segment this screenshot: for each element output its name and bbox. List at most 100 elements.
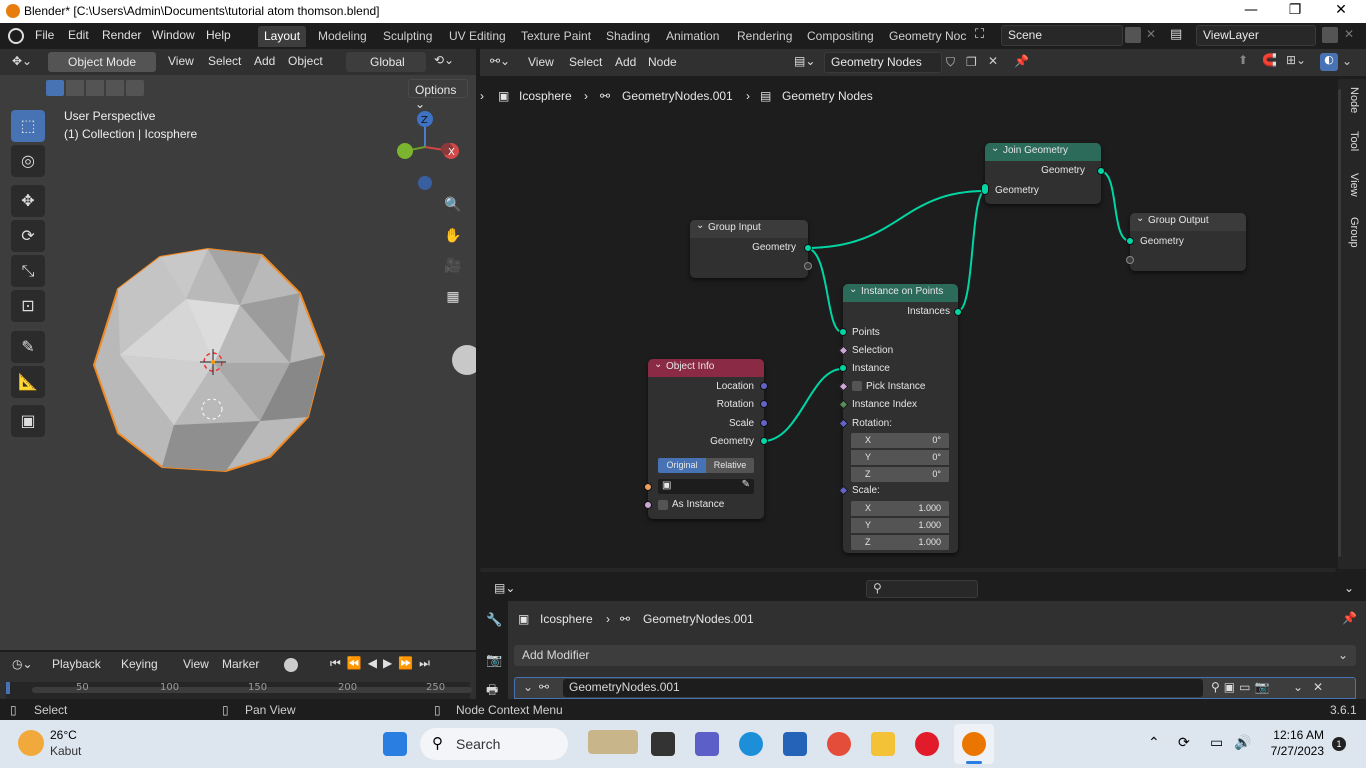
sidebar-tab-node[interactable]: Node	[1342, 87, 1360, 113]
scale-x-field[interactable]: X 1.000	[851, 501, 949, 516]
mode-select[interactable]: Object Mode	[48, 52, 156, 72]
modifier-name-field[interactable]: GeometryNodes.001	[563, 679, 1203, 697]
menu-render[interactable]: Render	[102, 28, 141, 42]
grid-view-icon[interactable]: ▦	[441, 285, 465, 309]
tab-rendering[interactable]: Rendering	[731, 26, 798, 47]
viewport-menu-view[interactable]: View	[168, 54, 194, 68]
vertical-scrollbar[interactable]	[1338, 89, 1341, 557]
remove-view-layer-icon[interactable]: ✕	[1344, 27, 1354, 41]
original-toggle[interactable]: Original	[658, 458, 706, 473]
add-modifier-button[interactable]: Add Modifier ⌄	[514, 645, 1356, 666]
pan-hand-icon[interactable]: ✋	[441, 224, 465, 248]
tab-modeling[interactable]: Modeling	[312, 26, 373, 47]
output-socket[interactable]	[1097, 167, 1105, 175]
options-dropdown[interactable]: Options ⌄	[408, 79, 468, 111]
node-object-info[interactable]: Object Info Location Rotation Scale Geom…	[644, 359, 768, 519]
tab-shading[interactable]: Shading	[600, 26, 656, 47]
pin-icon[interactable]: 📌	[1342, 611, 1357, 625]
timeline-track[interactable]: 50 100 150 200 250	[6, 682, 472, 699]
tab-texture-paint[interactable]: Texture Paint	[515, 26, 597, 47]
properties-options-icon[interactable]: ⌄	[1344, 581, 1354, 595]
blender-taskbar-item[interactable]	[954, 724, 994, 764]
viewport-menu-select[interactable]: Select	[208, 54, 241, 68]
volume-icon[interactable]: 🔊	[1234, 734, 1251, 751]
select-invert-icon[interactable]	[106, 80, 124, 96]
empty-socket[interactable]	[804, 262, 812, 270]
new-view-layer-icon[interactable]	[1322, 27, 1338, 43]
menu-file[interactable]: File	[35, 28, 54, 42]
edge-icon[interactable]	[739, 732, 763, 756]
navigation-gizmo[interactable]: Z X	[385, 109, 465, 199]
output-socket[interactable]	[804, 244, 812, 252]
tool-tab-icon[interactable]: 🔧	[486, 613, 502, 628]
input-socket-instance[interactable]	[839, 364, 847, 372]
pivot-icon[interactable]: ⟲⌄	[434, 53, 454, 67]
file-explorer-icon[interactable]	[871, 732, 895, 756]
modifier-dropdown-icon[interactable]: ⌄	[1293, 680, 1303, 694]
minimize-button[interactable]: —	[1228, 2, 1274, 22]
node-join-geometry[interactable]: Join Geometry Geometry Geometry	[981, 143, 1105, 204]
editor-type-icon[interactable]: ✥⌄	[12, 54, 32, 68]
tab-geometry-nodes[interactable]: Geometry Noc	[883, 26, 972, 47]
rotate-tool[interactable]: ⟳	[11, 220, 45, 252]
tab-uv-editing[interactable]: UV Editing	[443, 26, 512, 47]
tab-compositing[interactable]: Compositing	[801, 26, 880, 47]
playback-controls-icon[interactable]: ⏮⏪◀▶⏩⏭	[330, 656, 436, 671]
new-scene-icon[interactable]	[1125, 27, 1141, 43]
opera-icon[interactable]	[915, 732, 939, 756]
modifier-remove-icon[interactable]: ✕	[1313, 680, 1323, 694]
camera-icon[interactable]: 🎥	[441, 254, 465, 278]
sidebar-tab-view[interactable]: View	[1342, 173, 1360, 197]
scene-icon[interactable]: ⛶	[975, 27, 984, 42]
timeline-menu-marker[interactable]: Marker	[222, 657, 259, 671]
collapse-icon[interactable]: ⌄	[523, 680, 533, 694]
menu-edit[interactable]: Edit	[68, 28, 89, 42]
node-group-input[interactable]: Group Input Geometry	[690, 220, 812, 278]
measure-tool[interactable]: 📐	[11, 366, 45, 398]
notification-badge[interactable]: 1	[1332, 737, 1346, 751]
record-icon[interactable]	[284, 658, 298, 672]
tab-sculpting[interactable]: Sculpting	[377, 26, 438, 47]
timeline-menu-playback[interactable]: Playback	[52, 657, 101, 671]
clock-time[interactable]: 12:16 AM	[1268, 728, 1324, 742]
playhead[interactable]	[6, 682, 10, 694]
output-socket-rotation[interactable]	[760, 400, 768, 408]
scale-y-field[interactable]: Y 1.000	[851, 518, 949, 533]
node-instance-on-points[interactable]: Instance on Points Instances Points Sele…	[838, 284, 962, 553]
menu-window[interactable]: Window	[152, 28, 195, 42]
close-button[interactable]: ✕	[1318, 2, 1364, 22]
cursor-tool[interactable]: ◎	[11, 145, 45, 177]
input-socket[interactable]	[1126, 237, 1134, 245]
horizontal-scrollbar[interactable]	[480, 568, 1336, 572]
view-layer-field[interactable]: ViewLayer	[1196, 25, 1316, 46]
network-icon[interactable]: ▭	[1210, 734, 1223, 751]
move-tool[interactable]: ✥	[11, 185, 45, 217]
properties-editor-type-icon[interactable]: ▤⌄	[494, 581, 515, 595]
weather-icon[interactable]	[18, 730, 44, 756]
add-cube-tool[interactable]: ▣	[11, 405, 45, 437]
sync-icon[interactable]: ⟳	[1178, 734, 1190, 751]
input-socket-points[interactable]	[839, 328, 847, 336]
menu-help[interactable]: Help	[206, 28, 231, 42]
modifier-panel-header[interactable]: ⌄ ⚯ GeometryNodes.001 ⚲▣▭📷 ⌄ ✕	[514, 677, 1356, 699]
output-socket[interactable]	[954, 308, 962, 316]
store-icon[interactable]	[783, 732, 807, 756]
input-socket-as-instance[interactable]	[644, 501, 652, 509]
output-socket-location[interactable]	[760, 382, 768, 390]
annotate-tool[interactable]: ✎	[11, 331, 45, 363]
output-tab-icon[interactable]: 🖶	[486, 681, 498, 699]
select-new-icon[interactable]	[46, 80, 64, 96]
clock-date[interactable]: 7/27/2023	[1262, 744, 1324, 758]
scale-tool[interactable]: ⤡	[11, 255, 45, 287]
maximize-button[interactable]: ❐	[1272, 2, 1318, 22]
windows-start-icon[interactable]	[383, 732, 407, 756]
zoom-icon[interactable]: 🔍	[441, 193, 465, 217]
pick-instance-checkbox[interactable]	[852, 381, 862, 391]
empty-socket[interactable]	[1126, 256, 1134, 264]
output-socket-geometry[interactable]	[760, 437, 768, 445]
eyedropper-icon[interactable]: ✎	[742, 479, 750, 490]
output-socket-scale[interactable]	[760, 419, 768, 427]
input-socket-object[interactable]	[644, 483, 652, 491]
object-picker-field[interactable]: ▣ ✎	[658, 479, 754, 494]
tab-animation[interactable]: Animation	[660, 26, 725, 47]
